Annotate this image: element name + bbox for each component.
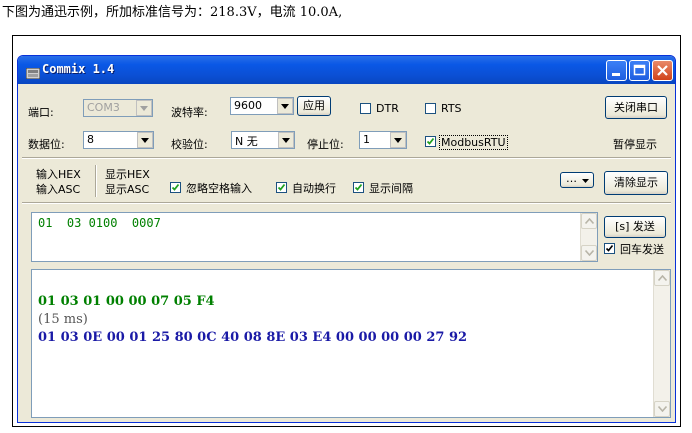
port-select[interactable]: COM3 (83, 99, 153, 117)
maximize-button[interactable] (629, 60, 650, 81)
ellipsis-label: … (566, 172, 577, 185)
rx-line: 01 03 0E 00 01 25 80 0C 40 08 8E 03 E4 0… (38, 330, 468, 345)
apply-button[interactable]: 应用 (297, 96, 331, 116)
display-mode-group[interactable]: 显示HEX 显示ASC (96, 165, 159, 197)
send-button[interactable]: [s] 发送 (604, 216, 666, 238)
checkmark-icon (605, 245, 614, 252)
commix-window: Commix 1.4 端口: COM3 波特率: 9600 应用 DTR RTS… (17, 55, 676, 423)
chevron-down-icon (582, 179, 589, 183)
chevron-down-icon (282, 138, 290, 143)
baud-label: 波特率: (171, 106, 208, 119)
baud-select[interactable]: 9600 (230, 97, 294, 115)
input-hex-option[interactable]: 输入HEX (36, 166, 81, 182)
send-scrollbar[interactable] (580, 213, 597, 261)
display-asc-option[interactable]: 显示ASC (105, 181, 149, 197)
enter-send-label: 回车发送 (620, 243, 664, 256)
chevron-up-icon (658, 275, 667, 281)
scroll-down-button[interactable] (581, 245, 597, 261)
interval-line: (15 ms) (38, 312, 88, 327)
show-interval-checkbox[interactable] (353, 182, 364, 193)
port-dropdown-arrow[interactable] (136, 100, 152, 116)
port-label: 端口: (28, 106, 54, 119)
title-bar[interactable]: Commix 1.4 (18, 56, 675, 84)
display-hex-option[interactable]: 显示HEX (105, 166, 150, 182)
separator (22, 157, 671, 159)
databits-select[interactable]: 8 (83, 131, 154, 149)
document-caption: 下图为通迅示例，所加标准信号为：218.3V，电流 10.0A, (2, 5, 343, 20)
modbus-checkbox[interactable] (425, 136, 436, 147)
maximize-icon (633, 64, 646, 76)
dtr-label: DTR (376, 102, 399, 115)
close-button[interactable] (652, 60, 673, 81)
separator (22, 202, 671, 204)
receive-display[interactable]: 01 03 01 00 00 07 05 F4 (15 ms) 01 03 0E… (31, 269, 671, 418)
chevron-down-icon (140, 106, 148, 111)
clear-display-button[interactable]: 清除显示 (604, 171, 668, 195)
baud-value: 9600 (234, 99, 262, 112)
more-options-button[interactable]: … (560, 172, 594, 188)
rts-checkbox[interactable] (425, 103, 436, 114)
stopbits-value: 1 (363, 133, 370, 146)
chevron-down-icon (658, 406, 667, 412)
parity-dropdown-arrow[interactable] (278, 132, 294, 148)
databits-label: 数据位: (28, 138, 65, 151)
rts-label: RTS (441, 102, 462, 115)
ignore-spaces-checkbox[interactable] (170, 182, 181, 193)
send-input[interactable]: 01 03 0100 0007 (31, 212, 598, 262)
window-title: Commix 1.4 (42, 62, 115, 76)
scroll-down-button[interactable] (654, 401, 670, 417)
chevron-down-icon (141, 138, 149, 143)
tx-line: 01 03 01 00 00 07 05 F4 (38, 294, 215, 309)
stopbits-label: 停止位: (307, 138, 344, 151)
stopbits-select[interactable]: 1 (359, 131, 407, 149)
parity-select[interactable]: N 无 (231, 131, 295, 149)
ignore-spaces-label: 忽略空格输入 (186, 182, 252, 195)
scroll-up-button[interactable] (654, 270, 670, 286)
chevron-up-icon (585, 218, 594, 224)
checkmark-icon (354, 183, 363, 191)
input-mode-group[interactable]: 输入HEX 输入ASC (30, 165, 90, 197)
minimize-icon (612, 73, 620, 76)
checkmark-icon (171, 183, 180, 191)
dtr-checkbox[interactable] (360, 103, 371, 114)
scroll-up-button[interactable] (581, 213, 597, 229)
baud-dropdown-arrow[interactable] (277, 98, 293, 114)
parity-label: 校验位: (171, 138, 208, 151)
receive-scrollbar[interactable] (653, 270, 670, 417)
databits-dropdown-arrow[interactable] (137, 132, 153, 148)
chevron-down-icon (585, 250, 594, 256)
modbus-label: ModbusRTU (439, 135, 508, 150)
parity-value: N 无 (235, 135, 258, 148)
minimize-button[interactable] (606, 60, 627, 81)
show-interval-label: 显示间隔 (369, 182, 413, 195)
app-icon (25, 64, 41, 80)
databits-value: 8 (87, 133, 94, 146)
chevron-down-icon (281, 104, 289, 109)
port-value: COM3 (87, 101, 120, 114)
enter-send-checkbox[interactable] (604, 243, 615, 254)
checkmark-icon (426, 137, 435, 145)
auto-wrap-checkbox[interactable] (276, 182, 287, 193)
close-port-button[interactable]: 关闭串口 (605, 96, 667, 119)
chevron-down-icon (394, 138, 402, 143)
auto-wrap-label: 自动换行 (292, 182, 336, 195)
close-icon (657, 65, 668, 76)
stopbits-dropdown-arrow[interactable] (390, 132, 406, 148)
pause-display-toggle[interactable]: 暂停显示 (613, 136, 657, 152)
input-asc-option[interactable]: 输入ASC (36, 181, 80, 197)
checkmark-icon (277, 183, 286, 191)
send-input-value: 01 03 0100 0007 (38, 216, 161, 230)
